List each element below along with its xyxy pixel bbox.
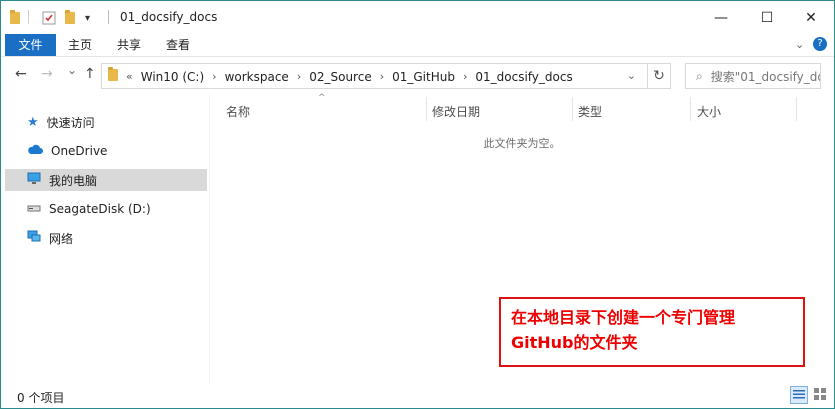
sidebar-item-label: 我的电脑 [49, 173, 98, 188]
status-bar: 0 个项目 [1, 385, 834, 408]
back-button[interactable]: ← [15, 66, 27, 82]
refresh-button[interactable]: ↻ [647, 63, 671, 89]
chevron-right-icon[interactable]: › [212, 70, 216, 83]
sidebar-item-seagate-disk[interactable]: SeagateDisk (D:) [5, 198, 207, 220]
ribbon-tabs: 文件 主页 共享 查看 ⌄ ? [1, 34, 834, 57]
tab-view[interactable]: 查看 [166, 34, 190, 56]
title-bar: ▾ 01_docsify_docs — ☐ ✕ [1, 1, 834, 34]
tab-share[interactable]: 共享 [117, 34, 141, 56]
empty-folder-message: 此文件夹为空。 [483, 137, 561, 150]
column-header-name[interactable]: 名称 [226, 103, 250, 120]
navigation-bar: ← → ⌄ ↑ « Win10 (C:) › workspace › 02_So… [1, 57, 834, 95]
explorer-window: ▾ 01_docsify_docs — ☐ ✕ 文件 主页 共享 查看 ⌄ ? … [0, 0, 835, 409]
sidebar-item-network[interactable]: 网络 [5, 227, 207, 249]
search-icon: ⌕ [696, 68, 703, 83]
help-icon[interactable]: ? [813, 37, 827, 51]
minimize-button[interactable]: — [698, 1, 744, 34]
annotation-line: 在本地目录下创建一个专门管理 [511, 308, 736, 327]
column-header-date[interactable]: 修改日期 [432, 103, 480, 120]
address-bar[interactable]: « Win10 (C:) › workspace › 02_Source › 0… [101, 63, 671, 89]
maximize-button[interactable]: ☐ [744, 1, 790, 34]
tab-home[interactable]: 主页 [68, 34, 92, 56]
drive-icon [27, 202, 41, 216]
sidebar-item-my-computer[interactable]: 我的电脑 [5, 169, 207, 191]
breadcrumb-item[interactable]: workspace [225, 70, 289, 84]
search-placeholder: 搜索"01_docsify_docs" [710, 69, 820, 84]
column-divider[interactable] [426, 97, 427, 121]
details-view-icon [793, 388, 805, 402]
divider [28, 10, 29, 24]
column-header-size[interactable]: 大小 [697, 103, 721, 120]
sidebar-item-quick-access[interactable]: ★ 快速访问 [5, 111, 207, 133]
sidebar-item-label: SeagateDisk (D:) [49, 202, 151, 216]
chevron-right-icon[interactable]: › [380, 70, 384, 83]
network-icon [27, 230, 41, 246]
chevron-right-icon[interactable]: › [463, 70, 467, 83]
large-icons-view-button[interactable] [811, 386, 829, 404]
chevron-right-icon[interactable]: › [297, 70, 301, 83]
sidebar-item-label: OneDrive [51, 144, 108, 158]
file-list: ^ 名称 修改日期 类型 大小 此文件夹为空。 在本地目录下创建一个专门管理 G… [210, 93, 834, 385]
refresh-icon: ↻ [653, 68, 665, 84]
breadcrumb-item[interactable]: Win10 (C:) [141, 70, 204, 84]
close-button[interactable]: ✕ [788, 1, 834, 34]
breadcrumb-item[interactable]: 01_GitHub [392, 70, 455, 84]
folder-icon [108, 67, 118, 84]
recent-locations-button[interactable]: ⌄ [67, 63, 77, 77]
column-divider[interactable] [572, 97, 573, 121]
breadcrumb-item[interactable]: 01_docsify_docs [475, 70, 572, 84]
details-view-button[interactable] [790, 386, 808, 404]
window-title: 01_docsify_docs [120, 10, 218, 24]
up-button[interactable]: ↑ [84, 66, 96, 82]
divider [108, 10, 109, 24]
customize-toolbar-icon[interactable]: ▾ [85, 10, 90, 26]
chevron-down-icon[interactable]: ⌄ [795, 38, 804, 51]
item-count: 0 个项目 [17, 391, 65, 405]
cloud-icon [27, 144, 43, 158]
computer-icon [27, 172, 41, 188]
properties-icon[interactable] [42, 10, 56, 26]
sidebar-item-onedrive[interactable]: OneDrive [5, 140, 207, 162]
forward-button[interactable]: → [41, 66, 53, 82]
column-header-type[interactable]: 类型 [578, 103, 602, 120]
annotation-callout: 在本地目录下创建一个专门管理 GitHub的文件夹 [499, 297, 805, 367]
tab-file[interactable]: 文件 [5, 34, 56, 56]
new-folder-icon[interactable] [65, 10, 75, 26]
navigation-pane: ★ 快速访问 OneDrive 我的电脑 SeagateDisk (D:) 网络 [1, 95, 210, 385]
address-dropdown-icon[interactable]: ⌄ [627, 69, 636, 82]
sidebar-item-label: 网络 [49, 231, 74, 246]
search-input[interactable]: ⌕ 搜索"01_docsify_docs" [685, 63, 821, 89]
overflow-crumb[interactable]: « [126, 70, 133, 83]
sidebar-item-label: 快速访问 [46, 115, 95, 130]
large-icons-view-icon [814, 387, 826, 403]
annotation-line: GitHub的文件夹 [511, 333, 638, 352]
column-divider[interactable] [796, 97, 797, 121]
star-icon: ★ [27, 114, 39, 130]
sort-ascending-icon: ^ [318, 93, 326, 103]
breadcrumb-item[interactable]: 02_Source [309, 70, 371, 84]
column-divider[interactable] [690, 97, 691, 121]
folder-icon [10, 10, 20, 26]
